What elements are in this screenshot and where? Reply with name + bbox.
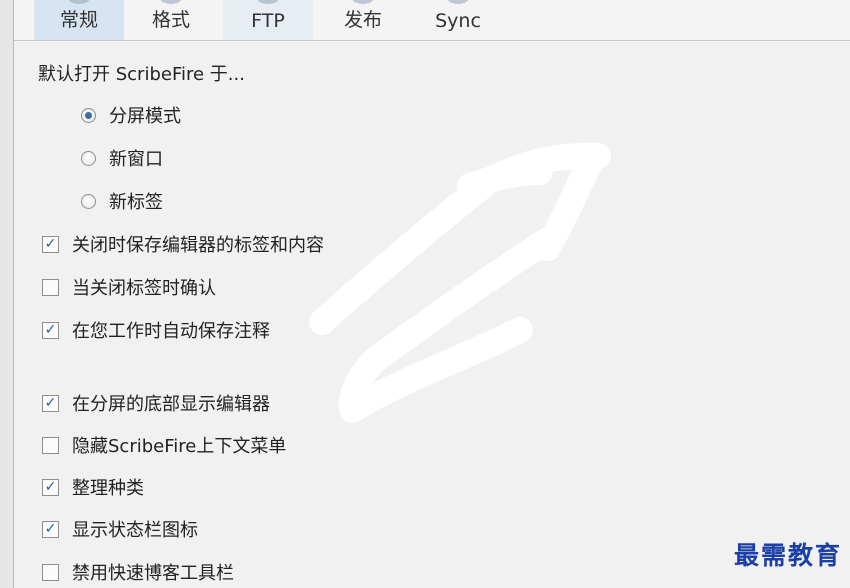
checkbox-editor-at-bottom[interactable]: ✓ 在分屏的底部显示编辑器: [42, 390, 270, 416]
preferences-toolbar: 常规 格式 FTP 发布 Sync: [14, 0, 850, 41]
checkbox[interactable]: ✓: [42, 394, 59, 412]
checkbox-label: 在分屏的底部显示编辑器: [72, 394, 270, 415]
tab-label: 常规: [59, 9, 98, 31]
checkbox-label: 在您工作时自动保存注释: [72, 321, 270, 342]
checkbox-label: 当关闭标签时确认: [72, 278, 216, 299]
radio-label: 新标签: [109, 192, 163, 213]
tab-sync[interactable]: Sync: [413, 0, 503, 40]
window-left-edge: [0, 0, 14, 588]
checkbox-save-tabs-on-close[interactable]: ✓ 关闭时保存编辑器的标签和内容: [42, 231, 324, 257]
checkbox[interactable]: ✓: [42, 478, 59, 496]
checkbox-label: 整理种类: [72, 478, 144, 499]
tab-label: 格式: [151, 9, 190, 31]
checkbox-autosave-notes[interactable]: ✓ 在您工作时自动保存注释: [42, 317, 270, 343]
open-in-heading: 默认打开 ScribeFire 于...: [38, 64, 245, 85]
format-icon: [160, 0, 182, 4]
tab-ftp[interactable]: FTP: [223, 0, 313, 40]
checkbox-label: 隐藏ScribeFire上下文菜单: [72, 436, 287, 457]
ftp-icon: [257, 0, 279, 4]
checkbox[interactable]: ✓: [42, 321, 59, 339]
radio-new-window[interactable]: 新窗口: [81, 145, 163, 171]
checkbox[interactable]: [42, 436, 59, 454]
checkbox-sort-categories[interactable]: ✓ 整理种类: [42, 474, 144, 500]
tab-general[interactable]: 常规: [34, 0, 124, 40]
watermark-logo: 最需教育: [733, 541, 842, 570]
radio-split-mode[interactable]: 分屏模式: [81, 102, 181, 128]
checkbox-disable-quick-toolbar[interactable]: 禁用快速博客工具栏: [42, 559, 234, 585]
checkbox-statusbar-icon[interactable]: ✓ 显示状态栏图标: [42, 516, 198, 542]
checkbox[interactable]: [42, 563, 59, 581]
tab-format[interactable]: 格式: [126, 0, 216, 40]
checkbox[interactable]: ✓: [42, 520, 59, 538]
checkbox[interactable]: ✓: [42, 235, 59, 253]
publish-icon: [352, 0, 374, 4]
tab-label: 发布: [343, 9, 382, 31]
checkbox-label: 关闭时保存编辑器的标签和内容: [72, 235, 324, 256]
tab-label: Sync: [435, 10, 481, 32]
checkbox[interactable]: [42, 278, 59, 296]
checkbox-label: 禁用快速博客工具栏: [72, 563, 234, 584]
checkbox-label: 显示状态栏图标: [72, 520, 198, 541]
sync-icon: [447, 0, 469, 4]
tab-label: FTP: [251, 10, 285, 32]
general-icon: [68, 0, 90, 4]
radio-button[interactable]: [81, 107, 96, 123]
checkbox-confirm-close-tab[interactable]: 当关闭标签时确认: [42, 274, 216, 300]
radio-label: 新窗口: [109, 149, 163, 170]
radio-label: 分屏模式: [109, 106, 181, 127]
checkbox-hide-context-menu[interactable]: 隐藏ScribeFire上下文菜单: [42, 432, 286, 458]
radio-button[interactable]: [81, 193, 96, 209]
tab-publish[interactable]: 发布: [318, 0, 408, 40]
radio-new-tab[interactable]: 新标签: [81, 188, 163, 214]
radio-button[interactable]: [81, 150, 96, 166]
